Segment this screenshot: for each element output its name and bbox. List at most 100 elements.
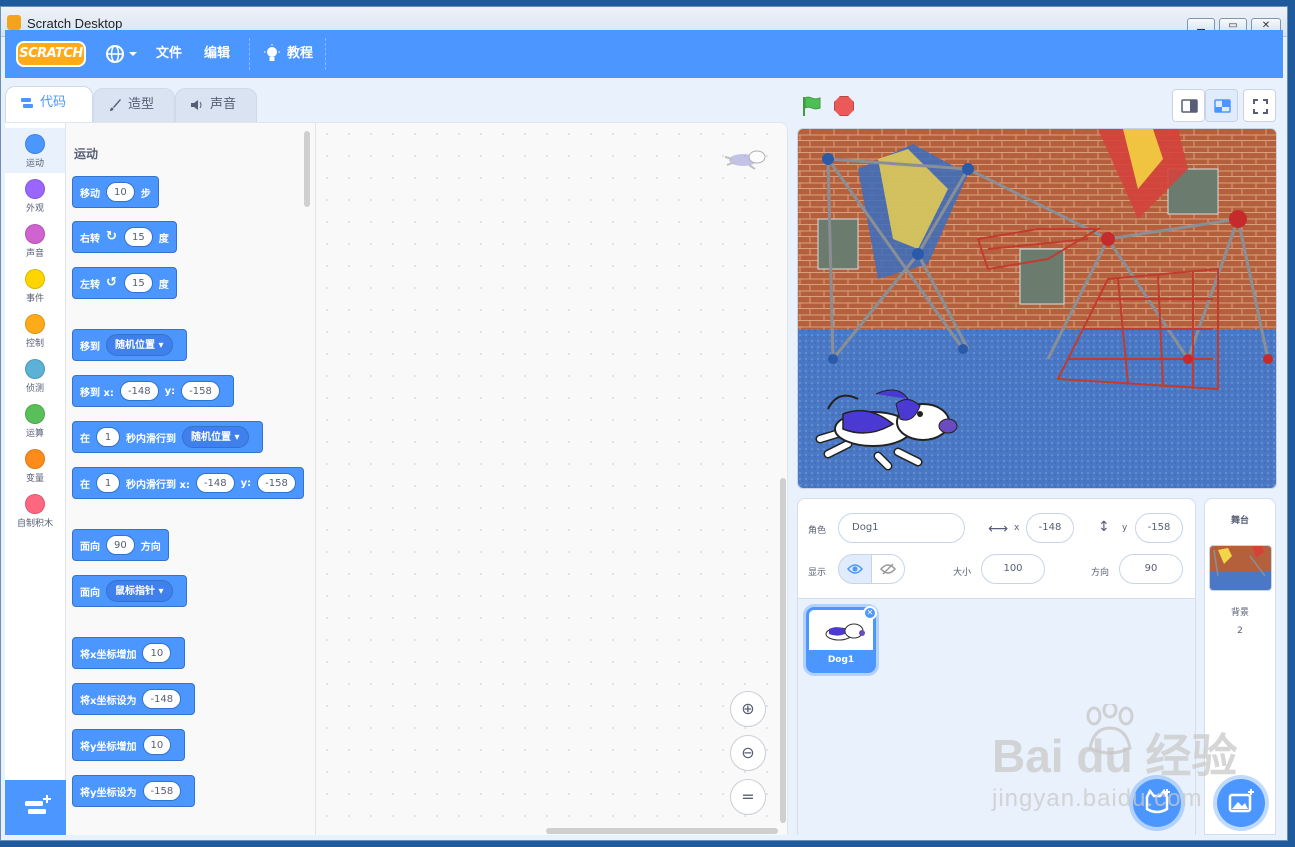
block-set-y[interactable]: 将y坐标设为 -158 (72, 775, 196, 807)
block-point-towards[interactable]: 面向 鼠标指针 ▾ (72, 575, 187, 607)
goto-target-dropdown[interactable]: 随机位置 ▾ (106, 334, 173, 356)
y-position-input[interactable]: -158 (1135, 513, 1183, 543)
block-go-to[interactable]: 移到 随机位置 ▾ (72, 329, 187, 361)
workspace-horizontal-scrollbar[interactable] (546, 828, 778, 834)
block-glide-to[interactable]: 在 1 秒内滑行到 随机位置 ▾ (72, 421, 263, 453)
y-input[interactable]: -158 (257, 473, 296, 493)
tab-sounds[interactable]: 声音 (175, 88, 257, 122)
category-label: 变量 (25, 474, 44, 484)
eye-slash-icon (880, 563, 896, 575)
code-workspace[interactable]: ⊕ ⊖ = (316, 122, 788, 835)
category-motion[interactable]: 运动 (5, 128, 65, 173)
sprite-name-input[interactable]: Dog1 (838, 513, 965, 543)
block-text: 秒内滑行到 (126, 433, 176, 445)
degrees-input[interactable]: 15 (124, 227, 153, 247)
block-glide-to-xy[interactable]: 在 1 秒内滑行到 x: -148 y: -158 (72, 467, 304, 499)
zoom-in-button[interactable]: ⊕ (730, 691, 766, 727)
direction-input[interactable]: 90 (106, 535, 135, 555)
green-flag-button[interactable] (801, 95, 823, 117)
block-change-x[interactable]: 将x坐标增加 10 (72, 637, 186, 669)
change-x-input[interactable]: 10 (142, 643, 172, 663)
zoom-reset-button[interactable]: = (730, 779, 766, 815)
category-sound[interactable]: 声音 (5, 218, 65, 263)
block-text: 将x坐标设为 (80, 695, 137, 707)
block-text: 右转 (80, 233, 100, 245)
change-y-input[interactable]: 10 (142, 735, 172, 755)
block-change-y[interactable]: 将y坐标增加 10 (72, 729, 186, 761)
block-turn-right[interactable]: 右转 ↻ 15 度 (72, 221, 177, 253)
sprite-thumbnail[interactable]: ✕ Dog1 (806, 606, 877, 673)
set-y-input[interactable]: -158 (142, 781, 182, 801)
tab-costumes[interactable]: 造型 (93, 88, 175, 122)
category-variables[interactable]: 变量 (5, 443, 65, 488)
code-icon (21, 98, 33, 108)
block-text: y: (240, 477, 252, 489)
category-my-blocks[interactable]: 自制积木 (5, 488, 65, 533)
block-move-steps[interactable]: 移动 10 步 (72, 176, 159, 208)
category-label: 控制 (25, 339, 44, 349)
point-target-dropdown[interactable]: 鼠标指针 ▾ (106, 580, 173, 602)
app-icon (7, 15, 21, 30)
file-menu[interactable]: 文件 (156, 30, 182, 78)
tab-code-label: 代码 (40, 95, 67, 110)
block-set-x[interactable]: 将x坐标设为 -148 (72, 683, 196, 715)
block-text: 度 (158, 279, 169, 291)
sprite-watermark-icon (724, 150, 766, 170)
block-text: 将x坐标增加 (80, 649, 137, 661)
my-blocks-dot (25, 494, 45, 514)
small-stage-button[interactable] (1172, 89, 1205, 122)
large-stage-button[interactable] (1205, 89, 1238, 122)
x-input[interactable]: -148 (119, 381, 159, 401)
show-sprite-button[interactable] (838, 554, 872, 584)
large-stage-icon (1214, 99, 1231, 113)
category-looks[interactable]: 外观 (5, 173, 65, 218)
x-input[interactable]: -148 (195, 473, 235, 493)
variables-dot (25, 449, 45, 469)
x-position-input[interactable]: -148 (1026, 513, 1074, 543)
block-go-to-xy[interactable]: 移到 x: -148 y: -158 (72, 375, 234, 407)
playground-backdrop (798, 129, 1276, 488)
seconds-input[interactable]: 1 (96, 427, 120, 447)
fullscreen-icon (1253, 99, 1268, 114)
degrees-input[interactable]: 15 (124, 273, 153, 293)
block-text: 方向 (140, 541, 161, 553)
tutorials-menu[interactable]: 教程 (263, 30, 323, 78)
set-x-input[interactable]: -148 (142, 689, 182, 709)
block-text: 度 (158, 233, 169, 245)
glide-target-dropdown[interactable]: 随机位置 ▾ (182, 426, 249, 448)
block-text: 移到 x: (80, 387, 114, 399)
language-menu[interactable] (105, 30, 141, 78)
scratch-logo[interactable]: SCRATCH (16, 41, 86, 67)
category-sensing[interactable]: 侦测 (5, 353, 65, 398)
block-text: 面向 (80, 587, 100, 599)
size-input[interactable]: 100 (981, 554, 1045, 584)
fullscreen-button[interactable] (1243, 89, 1276, 122)
hide-sprite-button[interactable] (871, 554, 905, 584)
delete-sprite-icon[interactable]: ✕ (863, 606, 877, 620)
edit-menu[interactable]: 编辑 (204, 30, 230, 78)
category-control[interactable]: 控制 (5, 308, 65, 353)
category-operators[interactable]: 运算 (5, 398, 65, 443)
direction-input[interactable]: 90 (1119, 554, 1183, 584)
size-label: 大小 (953, 568, 972, 578)
category-label: 声音 (25, 249, 44, 259)
eye-icon (847, 564, 863, 574)
workspace-vertical-scrollbar[interactable] (780, 478, 786, 823)
tab-code[interactable]: 代码 (5, 86, 93, 122)
category-events[interactable]: 事件 (5, 263, 65, 308)
category-menu: 运动 外观 声音 事件 控制 侦测 运算 变量 自制积木 (5, 122, 66, 780)
dropdown-value: 随机位置 (191, 432, 231, 443)
block-point-in-direction[interactable]: 面向 90 方向 (72, 529, 169, 561)
add-extension-button[interactable] (5, 780, 66, 835)
backdrop-label: 背景 (1230, 608, 1249, 618)
stage-canvas[interactable] (797, 128, 1277, 489)
zoom-out-button[interactable]: ⊖ (730, 735, 766, 771)
block-turn-left[interactable]: 左转 ↺ 15 度 (72, 267, 177, 299)
y-input[interactable]: -158 (181, 381, 220, 401)
backdrop-thumbnail[interactable] (1209, 545, 1272, 591)
seconds-input[interactable]: 1 (96, 473, 120, 493)
category-label: 运算 (25, 429, 44, 439)
palette-scrollbar[interactable] (304, 131, 310, 207)
stop-button[interactable] (834, 96, 854, 116)
steps-input[interactable]: 10 (106, 182, 135, 202)
